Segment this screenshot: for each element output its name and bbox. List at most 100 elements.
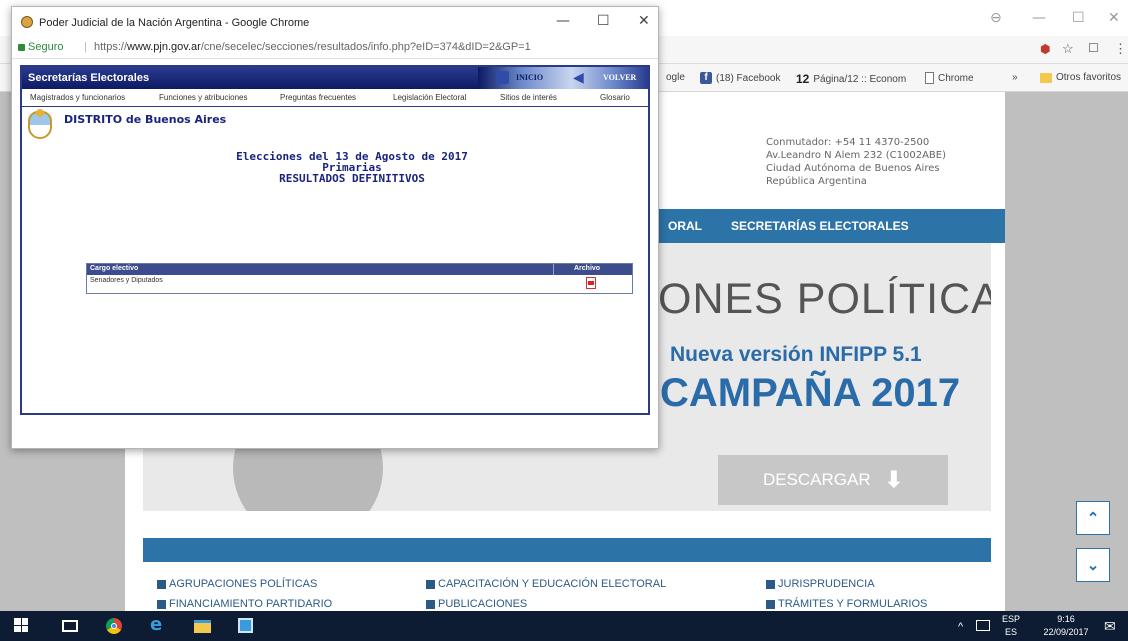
maximize-button[interactable]: ☐ xyxy=(1072,10,1085,26)
secretarias-title: Secretarías Electorales xyxy=(28,72,150,84)
banner-subheading: Nueva versión INFIPP 5.1 xyxy=(670,343,922,366)
menu-item-funciones[interactable]: Funciones y atribuciones xyxy=(159,93,248,102)
link-label: CAPACITACIÓN Y EDUCACIÓN ELECTORAL xyxy=(438,578,667,590)
contact-line: Conmutador: +54 11 4370-2500 xyxy=(766,137,930,148)
link-label: PUBLICACIONES xyxy=(438,598,528,610)
link-icon xyxy=(157,599,166,609)
bookmarks-more-button[interactable]: » xyxy=(1012,72,1018,83)
inicio-button[interactable]: INICIO xyxy=(516,73,543,82)
link-jurisprudencia[interactable]: JURISPRUDENCIA xyxy=(766,578,875,590)
bookmark-otros-favoritos[interactable]: Otros favoritos xyxy=(1040,72,1121,83)
secretarias-menu: Magistrados y funcionarios Funciones y a… xyxy=(22,89,648,107)
file-explorer-icon[interactable] xyxy=(194,620,211,633)
popup-window: Poder Judicial de la Nación Argentina - … xyxy=(11,6,659,449)
pdf-mark xyxy=(588,281,594,285)
contact-info: Conmutador: +54 11 4370-2500 Av.Leandro … xyxy=(766,136,946,188)
bookmark-google[interactable]: ogle xyxy=(666,72,685,83)
link-icon xyxy=(426,579,435,589)
popup-address-bar[interactable]: Seguro | https://www.pjn.gov.ar/cne/sece… xyxy=(12,37,658,59)
link-publicaciones[interactable]: PUBLICACIONES xyxy=(426,598,527,610)
cargo-cell: Senadores y Diputados xyxy=(90,277,163,284)
banner-campaign: CAMPAÑA 2017 xyxy=(660,371,961,415)
popup-minimize-button[interactable]: — xyxy=(556,13,570,29)
popup-close-button[interactable]: ✕ xyxy=(638,13,650,29)
notifications-icon[interactable]: ✉ xyxy=(1104,618,1116,641)
chrome-icon[interactable] xyxy=(106,618,122,634)
scroll-up-button[interactable]: ⌃ xyxy=(1076,501,1110,535)
banner-heading: ONES POLÍTICAS xyxy=(658,275,991,323)
pagina12-icon: 12 xyxy=(796,72,810,86)
link-label: FINANCIAMIENTO PARTIDARIO xyxy=(169,598,333,610)
menu-icon[interactable]: ⋮ xyxy=(1114,41,1127,57)
url-separator: | xyxy=(84,41,87,53)
election-heading: Elecciones del 13 de Agosto de 2017 Prim… xyxy=(22,151,682,184)
secretarias-header: Secretarías Electorales INICIO ◀ VOLVER xyxy=(22,67,648,89)
edge-icon[interactable]: e xyxy=(150,614,162,635)
url-scheme: https:// xyxy=(94,41,128,53)
link-label: TRÁMITES Y FORMULARIOS xyxy=(778,598,928,610)
contact-line: República Argentina xyxy=(766,176,867,187)
bookmark-pagina12[interactable]: 12 Página/12 :: Econom xyxy=(796,72,906,86)
nav-item-electoral[interactable]: ORAL xyxy=(668,219,702,233)
lock-icon xyxy=(18,44,25,51)
bookmark-otros-label: Otros favoritos xyxy=(1056,72,1122,83)
link-icon xyxy=(766,579,775,589)
chevron-down-icon: ⌄ xyxy=(1086,557,1100,574)
app-icon[interactable] xyxy=(238,618,253,633)
popup-content: Secretarías Electorales INICIO ◀ VOLVER … xyxy=(20,65,650,415)
windows-taskbar: e ^ ESP ES 9:16 22/09/2017 ✉ xyxy=(0,611,1128,641)
menu-item-legislacion[interactable]: Legislación Electoral xyxy=(393,93,466,102)
menu-item-glosario[interactable]: Glosario xyxy=(600,93,630,102)
link-label: AGRUPACIONES POLÍTICAS xyxy=(169,578,318,590)
link-financiamiento[interactable]: FINANCIAMIENTO PARTIDARIO xyxy=(157,598,332,610)
minimize-button[interactable]: — xyxy=(1032,10,1046,26)
column-header-cargo: Cargo electivo xyxy=(90,265,139,272)
extension-icon[interactable]: ⬢ xyxy=(1040,42,1050,56)
download-icon: ⬇ xyxy=(884,467,904,492)
profile-icon[interactable]: ⊖ xyxy=(990,10,1002,26)
bookmark-star-icon[interactable]: ☆ xyxy=(1062,41,1074,57)
facebook-icon: f xyxy=(700,72,712,84)
pdf-file-icon[interactable] xyxy=(586,277,596,289)
bookmark-facebook-label: (18) Facebook xyxy=(716,72,781,84)
volver-button[interactable]: VOLVER xyxy=(603,73,636,82)
keyboard-icon[interactable] xyxy=(976,620,990,631)
popup-title: Poder Judicial de la Nación Argentina - … xyxy=(39,17,310,29)
bookmark-google-label: ogle xyxy=(666,72,685,83)
contact-line: Ciudad Autónoma de Buenos Aires xyxy=(766,163,940,174)
back-arrow-icon[interactable]: ◀ xyxy=(573,69,584,86)
clock[interactable]: 9:16 22/09/2017 xyxy=(1040,614,1092,641)
menu-item-magistrados[interactable]: Magistrados y funcionarios xyxy=(30,93,125,102)
column-divider xyxy=(553,264,554,275)
url-text: https://www.pjn.gov.ar/cne/secelec/secci… xyxy=(94,41,531,53)
popup-titlebar: Poder Judicial de la Nación Argentina - … xyxy=(12,7,658,37)
column-header-archivo: Archivo xyxy=(574,265,601,272)
link-capacitacion[interactable]: CAPACITACIÓN Y EDUCACIÓN ELECTORAL xyxy=(426,578,666,590)
menu-item-preguntas[interactable]: Preguntas frecuentes xyxy=(280,93,356,102)
windows-start-icon[interactable] xyxy=(14,618,28,632)
bookmark-chrome[interactable]: Chrome xyxy=(925,72,974,84)
scroll-down-button[interactable]: ⌄ xyxy=(1076,548,1110,582)
table-header: Cargo electivo Archivo xyxy=(87,264,632,275)
district-title: DISTRITO de Buenos Aires xyxy=(64,113,227,126)
nav-item-secretarias[interactable]: SECRETARÍAS ELECTORALES xyxy=(731,219,909,233)
clock-date: 22/09/2017 xyxy=(1043,627,1089,637)
link-icon xyxy=(426,599,435,609)
close-button[interactable]: ✕ xyxy=(1108,10,1120,26)
bookmark-facebook[interactable]: f (18) Facebook xyxy=(700,72,780,84)
page-icon xyxy=(925,72,934,84)
link-label: JURISPRUDENCIA xyxy=(778,578,875,590)
task-view-icon[interactable] xyxy=(62,620,78,632)
home-icon[interactable] xyxy=(496,71,509,84)
link-agrupaciones[interactable]: AGRUPACIONES POLÍTICAS xyxy=(157,578,317,590)
tray-expand-icon[interactable]: ^ xyxy=(958,621,963,641)
bookmark-chrome-label: Chrome xyxy=(938,72,974,84)
url-path: /cne/secelec/secciones/resultados/info.p… xyxy=(200,41,531,53)
popup-maximize-button[interactable]: ☐ xyxy=(597,13,610,29)
extension-icon-2[interactable]: ☐ xyxy=(1088,41,1099,55)
menu-item-sitios[interactable]: Sitios de interés xyxy=(500,93,557,102)
election-line-3: RESULTADOS DEFINITIVOS xyxy=(279,172,425,185)
download-button[interactable]: DESCARGAR ⬇ xyxy=(718,455,948,505)
link-tramites[interactable]: TRÁMITES Y FORMULARIOS xyxy=(766,598,927,610)
language-indicator[interactable]: ESP ES xyxy=(1002,614,1020,641)
